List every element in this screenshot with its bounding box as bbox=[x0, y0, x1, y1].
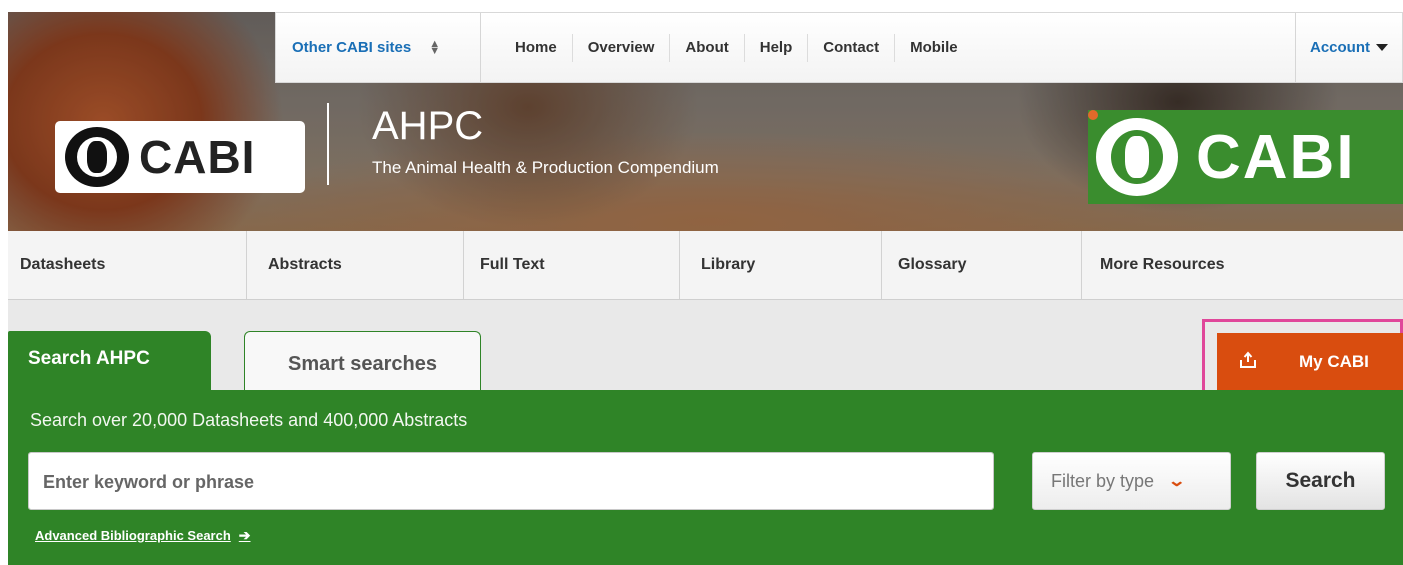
section-tab-more-resources[interactable]: More Resources bbox=[1082, 231, 1403, 299]
tab-smart-searches[interactable]: Smart searches bbox=[244, 331, 481, 391]
nav-link-home[interactable]: Home bbox=[481, 33, 573, 62]
cabi-green-logo-mark-icon bbox=[1096, 118, 1178, 196]
section-navigation: Datasheets Abstracts Full Text Library G… bbox=[8, 231, 1403, 300]
nav-link-mobile[interactable]: Mobile bbox=[895, 34, 973, 62]
cabi-green-logo-text: CABI bbox=[1196, 122, 1356, 192]
caret-down-icon bbox=[1376, 44, 1388, 51]
advanced-search-label: Advanced Bibliographic Search bbox=[35, 528, 231, 543]
filter-by-type-select[interactable]: Filter by type ⌄ bbox=[1032, 452, 1231, 510]
section-tab-glossary[interactable]: Glossary bbox=[882, 231, 1082, 299]
section-tab-library[interactable]: Library bbox=[680, 231, 882, 299]
tab-strip-background bbox=[8, 300, 1403, 390]
other-cabi-sites-label: Other CABI sites bbox=[292, 39, 412, 56]
account-menu-button[interactable]: Account bbox=[1295, 13, 1402, 82]
nav-link-overview[interactable]: Overview bbox=[573, 33, 671, 62]
my-cabi-label: My CABI bbox=[1299, 352, 1369, 371]
advanced-search-link[interactable]: Advanced Bibliographic Search ➔ bbox=[35, 527, 251, 544]
nav-link-help[interactable]: Help bbox=[745, 33, 809, 62]
filter-by-type-label: Filter by type bbox=[1051, 470, 1155, 491]
header-divider bbox=[327, 103, 329, 185]
section-tab-datasheets[interactable]: Datasheets bbox=[8, 231, 247, 299]
upload-tray-icon bbox=[1237, 350, 1259, 374]
my-cabi-button[interactable]: My CABI bbox=[1217, 333, 1403, 391]
cabi-logo-mark-icon bbox=[65, 127, 129, 187]
account-label: Account bbox=[1310, 39, 1370, 56]
page-subtitle: The Animal Health & Production Compendiu… bbox=[372, 158, 719, 177]
nav-link-about[interactable]: About bbox=[670, 33, 745, 62]
search-description: Search over 20,000 Datasheets and 400,00… bbox=[30, 410, 468, 430]
arrow-right-icon: ➔ bbox=[238, 527, 251, 543]
up-down-arrows-icon: ▲ ▼ bbox=[429, 37, 441, 57]
top-navigation: Other CABI sites ▲ ▼ Home Overview About … bbox=[275, 12, 1403, 83]
tab-search-ahpc[interactable]: Search AHPC bbox=[8, 331, 211, 391]
search-panel: Search over 20,000 Datasheets and 400,00… bbox=[8, 390, 1403, 565]
cabi-logo[interactable]: CABI bbox=[55, 121, 305, 193]
cabi-logo-text: CABI bbox=[139, 131, 256, 183]
other-cabi-sites-select[interactable]: Other CABI sites ▲ ▼ bbox=[276, 13, 481, 82]
search-button[interactable]: Search bbox=[1256, 452, 1385, 510]
chevron-down-icon: ⌄ bbox=[1167, 473, 1187, 490]
nav-link-contact[interactable]: Contact bbox=[808, 33, 896, 62]
section-tab-full-text[interactable]: Full Text bbox=[464, 231, 680, 299]
page-title: AHPC bbox=[372, 104, 484, 148]
keyword-search-input[interactable] bbox=[28, 452, 994, 510]
logo-accent-dot-icon bbox=[1088, 110, 1098, 120]
cabi-logo-green[interactable]: CABI bbox=[1088, 110, 1403, 204]
section-tab-abstracts[interactable]: Abstracts bbox=[247, 231, 464, 299]
